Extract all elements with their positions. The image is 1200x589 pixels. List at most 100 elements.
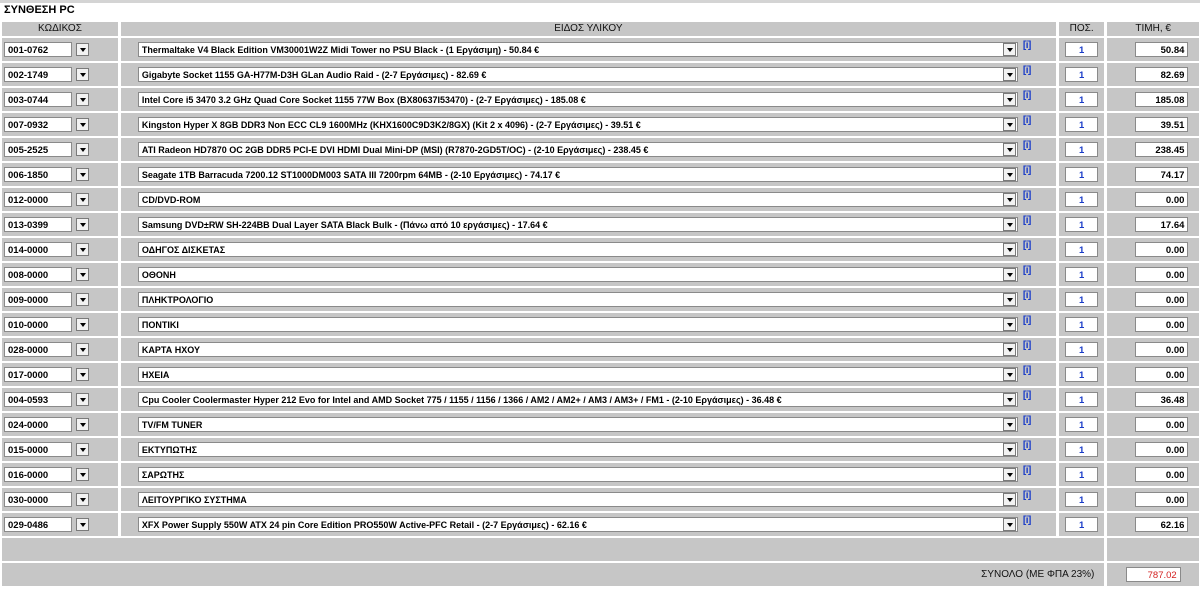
item-value[interactable]: TV/FM TUNER: [142, 420, 203, 430]
item-select[interactable]: ΟΘΟΝΗ: [137, 267, 1018, 282]
code-select[interactable]: 007-0932: [4, 117, 89, 132]
qty-input[interactable]: 1: [1065, 442, 1099, 457]
qty-input[interactable]: 1: [1065, 92, 1099, 107]
info-link[interactable]: [i]: [1023, 265, 1031, 276]
item-select[interactable]: CD/DVD-ROM: [137, 192, 1018, 207]
chevron-down-icon[interactable]: [76, 168, 89, 181]
code-select[interactable]: 029-0486: [4, 517, 89, 532]
item-select[interactable]: Cpu Cooler Coolermaster Hyper 212 Evo fo…: [137, 392, 1018, 407]
item-value[interactable]: ΠΛΗΚΤΡΟΛΟΓΙΟ: [142, 295, 213, 305]
item-value[interactable]: ΠΟΝΤΙΚΙ: [142, 320, 179, 330]
code-select[interactable]: 003-0744: [4, 92, 89, 107]
info-link[interactable]: [i]: [1023, 140, 1031, 151]
info-link[interactable]: [i]: [1023, 115, 1031, 126]
chevron-down-icon[interactable]: [76, 443, 89, 456]
chevron-down-icon[interactable]: [76, 518, 89, 531]
code-value[interactable]: 002-1749: [4, 67, 72, 82]
qty-input[interactable]: 1: [1065, 417, 1099, 432]
qty-input[interactable]: 1: [1065, 42, 1099, 57]
item-select[interactable]: ATI Radeon HD7870 OC 2GB DDR5 PCI-E DVI …: [137, 142, 1018, 157]
item-value[interactable]: ΗΧΕΙΑ: [142, 370, 170, 380]
item-value[interactable]: ΣΑΡΩΤΗΣ: [142, 470, 185, 480]
code-select[interactable]: 017-0000: [4, 367, 89, 382]
qty-input[interactable]: 1: [1065, 217, 1099, 232]
item-select[interactable]: ΣΑΡΩΤΗΣ: [137, 467, 1018, 482]
chevron-down-icon[interactable]: [76, 43, 89, 56]
info-link[interactable]: [i]: [1023, 315, 1031, 326]
chevron-down-icon[interactable]: [1002, 118, 1016, 131]
code-value[interactable]: 003-0744: [4, 92, 72, 107]
chevron-down-icon[interactable]: [1002, 143, 1016, 156]
chevron-down-icon[interactable]: [76, 243, 89, 256]
item-value[interactable]: ATI Radeon HD7870 OC 2GB DDR5 PCI-E DVI …: [142, 145, 648, 155]
chevron-down-icon[interactable]: [76, 193, 89, 206]
info-link[interactable]: [i]: [1023, 390, 1031, 401]
code-value[interactable]: 030-0000: [4, 492, 72, 507]
chevron-down-icon[interactable]: [1002, 518, 1016, 531]
chevron-down-icon[interactable]: [76, 68, 89, 81]
info-link[interactable]: [i]: [1023, 340, 1031, 351]
code-select[interactable]: 006-1850: [4, 167, 89, 182]
chevron-down-icon[interactable]: [1002, 443, 1016, 456]
chevron-down-icon[interactable]: [1002, 168, 1016, 181]
code-value[interactable]: 024-0000: [4, 417, 72, 432]
code-select[interactable]: 028-0000: [4, 342, 89, 357]
code-value[interactable]: 012-0000: [4, 192, 72, 207]
code-value[interactable]: 015-0000: [4, 442, 72, 457]
chevron-down-icon[interactable]: [76, 343, 89, 356]
code-value[interactable]: 004-0593: [4, 392, 72, 407]
code-select[interactable]: 001-0762: [4, 42, 89, 57]
code-select[interactable]: 030-0000: [4, 492, 89, 507]
code-select[interactable]: 004-0593: [4, 392, 89, 407]
item-select[interactable]: Samsung DVD±RW SH-224BB Dual Layer SATA …: [137, 217, 1018, 232]
chevron-down-icon[interactable]: [1002, 418, 1016, 431]
code-value[interactable]: 016-0000: [4, 467, 72, 482]
qty-input[interactable]: 1: [1065, 292, 1099, 307]
code-select[interactable]: 010-0000: [4, 317, 89, 332]
item-select[interactable]: ΟΔΗΓΟΣ ΔΙΣΚΕΤΑΣ: [137, 242, 1018, 257]
item-value[interactable]: ΚΑΡΤΑ ΗΧΟΥ: [142, 345, 200, 355]
code-value[interactable]: 017-0000: [4, 367, 72, 382]
item-select[interactable]: Intel Core i5 3470 3.2 GHz Quad Core Soc…: [137, 92, 1018, 107]
qty-input[interactable]: 1: [1065, 117, 1099, 132]
code-value[interactable]: 001-0762: [4, 42, 72, 57]
chevron-down-icon[interactable]: [1002, 493, 1016, 506]
qty-input[interactable]: 1: [1065, 242, 1099, 257]
code-value[interactable]: 008-0000: [4, 267, 72, 282]
item-value[interactable]: ΟΘΟΝΗ: [142, 270, 176, 280]
chevron-down-icon[interactable]: [76, 368, 89, 381]
qty-input[interactable]: 1: [1065, 142, 1099, 157]
item-value[interactable]: Intel Core i5 3470 3.2 GHz Quad Core Soc…: [142, 95, 586, 105]
item-value[interactable]: Thermaltake V4 Black Edition VM30001W2Z …: [142, 45, 539, 55]
info-link[interactable]: [i]: [1023, 65, 1031, 76]
info-link[interactable]: [i]: [1023, 490, 1031, 501]
item-select[interactable]: ΠΟΝΤΙΚΙ: [137, 317, 1018, 332]
code-select[interactable]: 016-0000: [4, 467, 89, 482]
chevron-down-icon[interactable]: [1002, 343, 1016, 356]
qty-input[interactable]: 1: [1065, 517, 1099, 532]
info-link[interactable]: [i]: [1023, 40, 1031, 51]
code-select[interactable]: 012-0000: [4, 192, 89, 207]
chevron-down-icon[interactable]: [76, 218, 89, 231]
code-value[interactable]: 009-0000: [4, 292, 72, 307]
info-link[interactable]: [i]: [1023, 440, 1031, 451]
item-select[interactable]: ΛΕΙΤΟΥΡΓΙΚΟ ΣΥΣΤΗΜΑ: [137, 492, 1018, 507]
qty-input[interactable]: 1: [1065, 167, 1099, 182]
info-link[interactable]: [i]: [1023, 190, 1031, 201]
item-value[interactable]: XFX Power Supply 550W ATX 24 pin Core Ed…: [142, 520, 587, 530]
info-link[interactable]: [i]: [1023, 365, 1031, 376]
chevron-down-icon[interactable]: [1002, 368, 1016, 381]
item-value[interactable]: Samsung DVD±RW SH-224BB Dual Layer SATA …: [142, 220, 548, 230]
chevron-down-icon[interactable]: [76, 493, 89, 506]
code-value[interactable]: 005-2525: [4, 142, 72, 157]
code-value[interactable]: 006-1850: [4, 167, 72, 182]
chevron-down-icon[interactable]: [76, 143, 89, 156]
item-select[interactable]: Gigabyte Socket 1155 GA-H77M-D3H GLan Au…: [137, 67, 1018, 82]
item-value[interactable]: ΕΚΤΥΠΩΤΗΣ: [142, 445, 197, 455]
item-value[interactable]: ΛΕΙΤΟΥΡΓΙΚΟ ΣΥΣΤΗΜΑ: [142, 495, 247, 505]
chevron-down-icon[interactable]: [1002, 43, 1016, 56]
qty-input[interactable]: 1: [1065, 342, 1099, 357]
chevron-down-icon[interactable]: [76, 293, 89, 306]
chevron-down-icon[interactable]: [1002, 468, 1016, 481]
code-select[interactable]: 008-0000: [4, 267, 89, 282]
